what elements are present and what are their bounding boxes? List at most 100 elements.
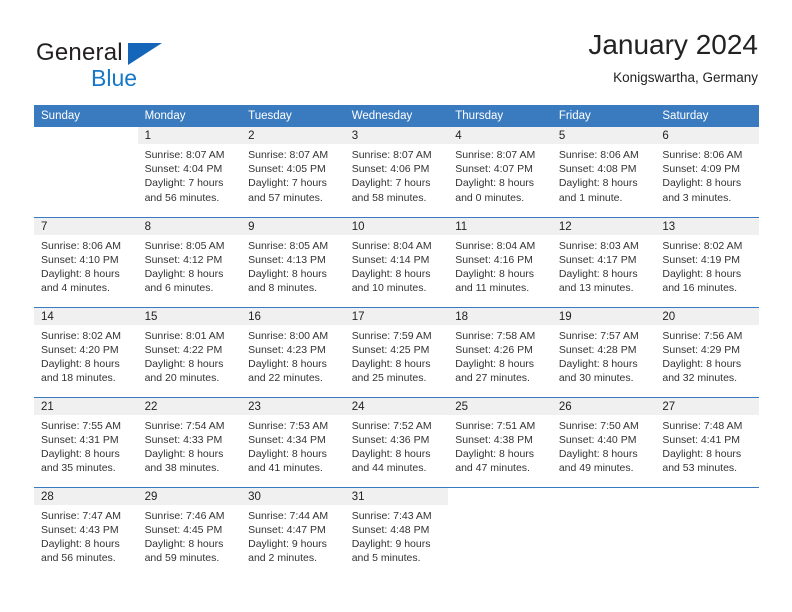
- calendar-day-cell[interactable]: 15 Sunrise: 8:01 AM Sunset: 4:22 PM Dayligh…: [137, 306, 242, 397]
- sunrise-text: Sunrise: 7:53 AM: [248, 419, 329, 432]
- calendar-day-cell[interactable]: 10 Sunrise: 8:04 AM Sunset: 4:14 PM Dayligh…: [344, 216, 449, 307]
- daylight-text-line1: Daylight: 8 hours: [144, 537, 224, 550]
- calendar-day-cell[interactable]: 5 Sunrise: 8:06 AM Sunset: 4:08 PM Daylight…: [551, 127, 656, 217]
- day-details: Sunrise: 8:06 AM Sunset: 4:08 PM Daylight:…: [552, 144, 656, 205]
- daylight-text-line1: Daylight: 8 hours: [558, 447, 638, 460]
- calendar-day-cell[interactable]: 11 Sunrise: 8:04 AM Sunset: 4:16 PM Dayligh…: [448, 216, 552, 307]
- calendar-day-cell[interactable]: 8 Sunrise: 8:05 AM Sunset: 4:12 PM Daylight…: [137, 216, 242, 307]
- calendar-day-cell[interactable]: 16 Sunrise: 8:00 AM Sunset: 4:23 PM Dayligh…: [241, 306, 345, 397]
- calendar-day-cell-empty: [655, 486, 759, 577]
- weekday-header-row: Sunday Monday Tuesday Wednesday Thursday…: [34, 105, 759, 127]
- calendar-day-cell[interactable]: 3 Sunrise: 8:07 AM Sunset: 4:06 PM Daylight…: [344, 127, 449, 217]
- sunrise-text: Sunrise: 7:54 AM: [144, 419, 225, 432]
- calendar-day-cell[interactable]: 6 Sunrise: 8:06 AM Sunset: 4:09 PM Daylight…: [655, 127, 759, 217]
- day-number: 2: [241, 127, 345, 144]
- sunset-text: Sunset: 4:22 PM: [144, 343, 223, 356]
- calendar-day-cell[interactable]: 25 Sunrise: 7:51 AM Sunset: 4:38 PM Dayligh…: [448, 396, 552, 487]
- day-details: Sunrise: 7:54 AM Sunset: 4:33 PM Daylight:…: [138, 415, 242, 476]
- calendar-day-cell[interactable]: 20 Sunrise: 7:56 AM Sunset: 4:29 PM Dayligh…: [655, 306, 759, 397]
- day-details: Sunrise: 7:50 AM Sunset: 4:40 PM Daylight:…: [552, 415, 656, 476]
- calendar-day-cell[interactable]: 18 Sunrise: 7:58 AM Sunset: 4:26 PM Dayligh…: [448, 306, 552, 397]
- calendar-day-cell[interactable]: 12 Sunrise: 8:03 AM Sunset: 4:17 PM Dayligh…: [551, 216, 656, 307]
- sunset-text: Sunset: 4:43 PM: [41, 523, 119, 536]
- calendar-day-cell[interactable]: 24 Sunrise: 7:52 AM Sunset: 4:36 PM Dayligh…: [344, 396, 449, 487]
- calendar-day-cell[interactable]: 23 Sunrise: 7:53 AM Sunset: 4:34 PM Dayligh…: [241, 396, 345, 487]
- day-number: 12: [551, 217, 656, 235]
- sunset-text: Sunset: 4:29 PM: [662, 343, 741, 356]
- sunset-text: Sunset: 4:17 PM: [558, 253, 637, 266]
- day-number: 29: [137, 487, 242, 505]
- day-details: Sunrise: 7:44 AM Sunset: 4:47 PM Daylight:…: [241, 505, 345, 566]
- daylight-text-line1: Daylight: 9 hours: [351, 537, 431, 550]
- day-details: Sunrise: 8:02 AM Sunset: 4:19 PM Daylight:…: [655, 235, 759, 296]
- day-number: 16: [241, 307, 345, 325]
- day-number: 27: [655, 397, 759, 415]
- daylight-text-line2: and 16 minutes.: [662, 282, 738, 295]
- sunrise-text: Sunrise: 8:07 AM: [248, 149, 329, 161]
- calendar-day-cell[interactable]: 22 Sunrise: 7:54 AM Sunset: 4:33 PM Dayligh…: [137, 396, 242, 487]
- calendar-day-cell-empty: [34, 127, 138, 217]
- daylight-text-line2: and 18 minutes.: [41, 372, 116, 385]
- day-number: 17: [344, 307, 449, 325]
- day-number: 28: [34, 487, 138, 505]
- daylight-text-line1: Daylight: 8 hours: [41, 267, 120, 280]
- daylight-text-line2: and 10 minutes.: [351, 282, 427, 295]
- day-details: Sunrise: 8:05 AM Sunset: 4:12 PM Daylight:…: [138, 235, 242, 296]
- daylight-text-line1: Daylight: 8 hours: [455, 357, 535, 370]
- calendar-day-cell[interactable]: 31 Sunrise: 7:43 AM Sunset: 4:48 PM Dayligh…: [344, 486, 449, 577]
- weekday-header-tuesday: Tuesday: [241, 105, 345, 127]
- sunset-text: Sunset: 4:07 PM: [455, 163, 533, 176]
- calendar-day-cell[interactable]: 21 Sunrise: 7:55 AM Sunset: 4:31 PM Dayligh…: [34, 396, 138, 487]
- daylight-text-line1: Daylight: 8 hours: [558, 267, 638, 280]
- daylight-text-line1: Daylight: 8 hours: [248, 447, 327, 460]
- day-details: Sunrise: 8:01 AM Sunset: 4:22 PM Daylight:…: [138, 325, 242, 386]
- sunrise-text: Sunrise: 7:50 AM: [558, 419, 639, 432]
- calendar-day-cell[interactable]: 9 Sunrise: 8:05 AM Sunset: 4:13 PM Daylight…: [241, 216, 345, 307]
- day-details: Sunrise: 7:58 AM Sunset: 4:26 PM Daylight:…: [448, 325, 552, 386]
- sunset-text: Sunset: 4:47 PM: [248, 523, 326, 536]
- day-number: 13: [655, 217, 759, 235]
- calendar-day-cell[interactable]: 17 Sunrise: 7:59 AM Sunset: 4:25 PM Dayligh…: [344, 306, 449, 397]
- daylight-text-line1: Daylight: 8 hours: [455, 447, 535, 460]
- calendar-day-cell[interactable]: 27 Sunrise: 7:48 AM Sunset: 4:41 PM Dayligh…: [655, 396, 759, 487]
- day-number: 9: [241, 217, 345, 235]
- sunrise-text: Sunrise: 8:04 AM: [455, 239, 536, 252]
- day-details: Sunrise: 7:46 AM Sunset: 4:45 PM Daylight:…: [138, 505, 242, 566]
- calendar-day-cell[interactable]: 13 Sunrise: 8:02 AM Sunset: 4:19 PM Dayligh…: [655, 216, 759, 307]
- sunset-text: Sunset: 4:31 PM: [41, 433, 119, 446]
- day-number: 5: [551, 127, 656, 144]
- daylight-text-line1: Daylight: 8 hours: [662, 177, 742, 190]
- daylight-text-line1: Daylight: 8 hours: [558, 177, 638, 190]
- daylight-text-line1: Daylight: 7 hours: [248, 177, 327, 190]
- calendar-day-cell[interactable]: 19 Sunrise: 7:57 AM Sunset: 4:28 PM Dayligh…: [551, 306, 656, 397]
- sunset-text: Sunset: 4:38 PM: [455, 433, 533, 446]
- sunrise-text: Sunrise: 8:00 AM: [248, 329, 329, 342]
- daylight-text-line1: Daylight: 7 hours: [351, 177, 431, 190]
- daylight-text-line1: Daylight: 8 hours: [455, 177, 535, 190]
- sunrise-text: Sunrise: 8:07 AM: [351, 149, 432, 161]
- daylight-text-line2: and 25 minutes.: [351, 372, 427, 385]
- day-details: Sunrise: 8:06 AM Sunset: 4:09 PM Daylight:…: [655, 144, 759, 205]
- calendar-day-cell[interactable]: 14 Sunrise: 8:02 AM Sunset: 4:20 PM Dayligh…: [34, 306, 138, 397]
- calendar-day-cell[interactable]: 4 Sunrise: 8:07 AM Sunset: 4:07 PM Daylight…: [448, 127, 552, 217]
- sunset-text: Sunset: 4:20 PM: [41, 343, 119, 356]
- day-number: [655, 487, 759, 505]
- page-title: January 2024: [588, 29, 758, 60]
- day-number: 26: [551, 397, 656, 415]
- sunset-text: Sunset: 4:28 PM: [558, 343, 637, 356]
- sunrise-text: Sunrise: 7:46 AM: [144, 509, 225, 522]
- calendar-table: Sunday Monday Tuesday Wednesday Thursday…: [34, 105, 759, 577]
- calendar-day-cell[interactable]: 28 Sunrise: 7:47 AM Sunset: 4:43 PM Dayligh…: [34, 486, 138, 577]
- calendar-day-cell[interactable]: 1 Sunrise: 8:07 AM Sunset: 4:04 PM Daylight…: [137, 127, 242, 217]
- weekday-header-wednesday: Wednesday: [344, 105, 449, 127]
- calendar-day-cell[interactable]: 29 Sunrise: 7:46 AM Sunset: 4:45 PM Dayligh…: [137, 486, 242, 577]
- calendar-day-cell[interactable]: 2 Sunrise: 8:07 AM Sunset: 4:05 PM Daylight…: [241, 127, 345, 217]
- calendar-day-cell[interactable]: 7 Sunrise: 8:06 AM Sunset: 4:10 PM Daylight…: [34, 216, 138, 307]
- logo-text-general: General: [36, 39, 123, 66]
- calendar-day-cell-empty: [551, 486, 656, 577]
- calendar-week-row: 28 Sunrise: 7:47 AM Sunset: 4:43 PM Dayligh…: [34, 486, 759, 577]
- calendar-day-cell[interactable]: 26 Sunrise: 7:50 AM Sunset: 4:40 PM Dayligh…: [551, 396, 656, 487]
- day-number: 1: [137, 127, 242, 144]
- day-number: 21: [34, 397, 138, 415]
- calendar-day-cell[interactable]: 30 Sunrise: 7:44 AM Sunset: 4:47 PM Dayligh…: [241, 486, 345, 577]
